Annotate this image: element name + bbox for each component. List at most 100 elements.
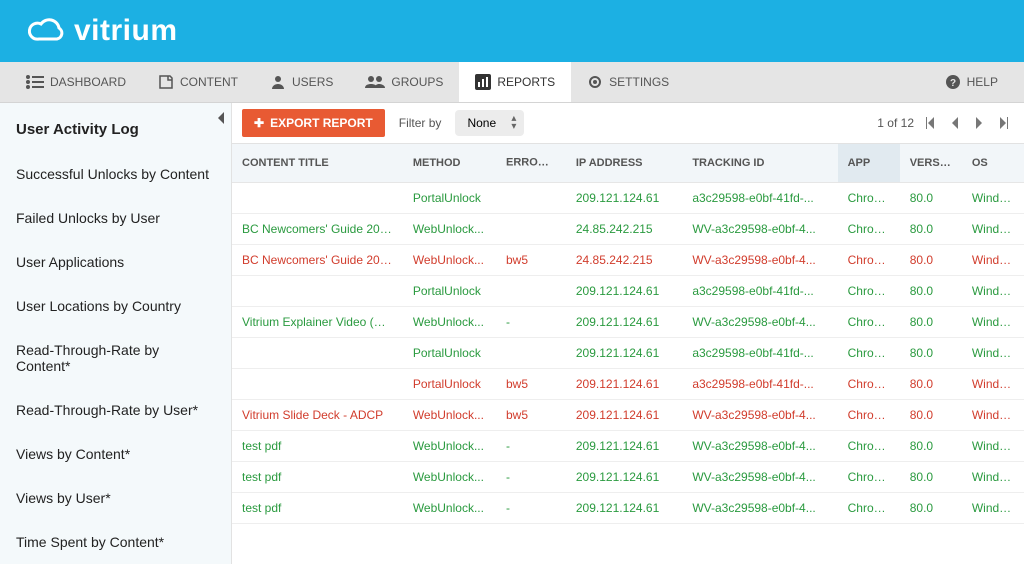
nav-label: DASHBOARD xyxy=(50,75,126,89)
cell-tracking: WV-a3c29598-e0bf-4... xyxy=(682,462,837,493)
cell-tracking: WV-a3c29598-e0bf-4... xyxy=(682,245,837,276)
cell-title: test pdf xyxy=(232,462,403,493)
cell-version: 80.0 xyxy=(900,338,962,369)
export-report-button[interactable]: ✚ EXPORT REPORT xyxy=(242,109,385,137)
nav-help[interactable]: ? HELP xyxy=(929,62,1014,102)
cell-title: BC Newcomers' Guide 201... xyxy=(232,245,403,276)
sidebar-item-3[interactable]: User Locations by Country xyxy=(0,284,231,328)
brand-text: vitrium xyxy=(74,14,178,48)
report-sidebar: User Activity Log Successful Unlocks by … xyxy=(0,103,232,564)
cell-title: test pdf xyxy=(232,431,403,462)
nav-users[interactable]: USERS xyxy=(254,62,349,102)
table-row[interactable]: test pdfWebUnlock...-209.121.124.61WV-a3… xyxy=(232,462,1024,493)
gear-icon xyxy=(587,74,603,90)
table-row[interactable]: PortalUnlock209.121.124.61a3c29598-e0bf-… xyxy=(232,183,1024,214)
cell-method: WebUnlock... xyxy=(403,245,496,276)
cell-tracking: WV-a3c29598-e0bf-4... xyxy=(682,493,837,524)
col-app[interactable]: APP xyxy=(838,144,900,183)
col-content-title[interactable]: CONTENT TITLE xyxy=(232,144,403,183)
table-row[interactable]: PortalUnlock209.121.124.61a3c29598-e0bf-… xyxy=(232,338,1024,369)
next-page-button[interactable] xyxy=(970,113,988,133)
nav-content[interactable]: CONTENT xyxy=(142,62,254,102)
cell-os: Windows xyxy=(962,400,1024,431)
table-row[interactable]: BC Newcomers' Guide 201...WebUnlock...24… xyxy=(232,214,1024,245)
table-row[interactable]: Vitrium Explainer Video (M...WebUnlock..… xyxy=(232,307,1024,338)
cell-app: Chrome xyxy=(838,276,900,307)
error-help-icon[interactable]: ? xyxy=(550,156,564,170)
export-label: EXPORT REPORT xyxy=(270,116,373,130)
user-icon xyxy=(270,74,286,90)
sidebar-item-6[interactable]: Views by Content* xyxy=(0,432,231,476)
cell-ip: 209.121.124.61 xyxy=(566,493,682,524)
nav-groups[interactable]: GROUPS xyxy=(349,63,459,101)
cell-os: Windows xyxy=(962,245,1024,276)
filter-select[interactable]: None xyxy=(455,110,524,136)
cell-app: Chrome xyxy=(838,369,900,400)
brand-logo: vitrium xyxy=(28,14,996,48)
col-version[interactable]: VERSION xyxy=(900,144,962,183)
cell-tracking: a3c29598-e0bf-41fd-... xyxy=(682,369,837,400)
table-row[interactable]: test pdfWebUnlock...-209.121.124.61WV-a3… xyxy=(232,431,1024,462)
table-row[interactable]: PortalUnlock 209.121.124.61a3c29598-e0bf-… xyxy=(232,276,1024,307)
cloud-icon xyxy=(28,17,66,45)
sidebar-collapse-button[interactable] xyxy=(217,111,225,129)
nav-label: CONTENT xyxy=(180,75,238,89)
svg-text:?: ? xyxy=(950,78,956,89)
cell-os: Windows xyxy=(962,214,1024,245)
nav-reports[interactable]: REPORTS xyxy=(459,62,571,102)
cell-app: Chrome xyxy=(838,400,900,431)
first-page-button[interactable] xyxy=(920,113,940,133)
cell-ip: 209.121.124.61 xyxy=(566,183,682,214)
cell-method: WebUnlock... xyxy=(403,493,496,524)
cell-error xyxy=(496,214,566,245)
cell-tracking: WV-a3c29598-e0bf-4... xyxy=(682,431,837,462)
sidebar-item-0[interactable]: Successful Unlocks by Content xyxy=(0,152,231,196)
sidebar-item-4[interactable]: Read-Through-Rate by Content* xyxy=(0,328,231,388)
cell-tracking: WV-a3c29598-e0bf-4... xyxy=(682,400,837,431)
col-tracking-id[interactable]: TRACKING ID xyxy=(682,144,837,183)
nav-label: SETTINGS xyxy=(609,75,669,89)
nav-settings[interactable]: SETTINGS xyxy=(571,62,685,102)
sidebar-item-1[interactable]: Failed Unlocks by User xyxy=(0,196,231,240)
cell-tracking: WV-a3c29598-e0bf-4... xyxy=(682,307,837,338)
cell-ip: 209.121.124.61 xyxy=(566,276,682,307)
page-indicator: 1 of 12 xyxy=(877,116,914,130)
cell-app: Chrome xyxy=(838,307,900,338)
activity-table: CONTENT TITLE METHOD ERROR? IP ADDRESS T… xyxy=(232,144,1024,524)
cell-error xyxy=(496,276,566,307)
cell-version: 80.0 xyxy=(900,245,962,276)
main-nav: DASHBOARD CONTENT USERS GROUPS REPORTS S… xyxy=(0,62,1024,103)
cell-method: PortalUnlock xyxy=(403,276,496,307)
cell-ip: 209.121.124.61 xyxy=(566,369,682,400)
cell-title: BC Newcomers' Guide 201... xyxy=(232,214,403,245)
note-icon xyxy=(158,74,174,90)
sidebar-item-2[interactable]: User Applications xyxy=(0,240,231,284)
col-ip-address[interactable]: IP ADDRESS xyxy=(566,144,682,183)
col-os[interactable]: OS xyxy=(962,144,1024,183)
app-header: vitrium xyxy=(0,0,1024,62)
help-icon: ? xyxy=(945,74,961,90)
table-row[interactable]: BC Newcomers' Guide 201...WebUnlock...bw… xyxy=(232,245,1024,276)
cell-version: 80.0 xyxy=(900,183,962,214)
cell-title: test pdf xyxy=(232,493,403,524)
table-row[interactable]: Vitrium Slide Deck - ADCPWebUnlock...bw5… xyxy=(232,400,1024,431)
cell-method: WebUnlock... xyxy=(403,431,496,462)
cell-title xyxy=(232,338,403,369)
cell-error xyxy=(496,338,566,369)
col-error[interactable]: ERROR? xyxy=(496,144,566,183)
sidebar-item-5[interactable]: Read-Through-Rate by User* xyxy=(0,388,231,432)
table-row[interactable]: test pdfWebUnlock...-209.121.124.61WV-a3… xyxy=(232,493,1024,524)
sidebar-item-7[interactable]: Views by User* xyxy=(0,476,231,520)
nav-dashboard[interactable]: DASHBOARD xyxy=(10,63,142,101)
prev-page-button[interactable] xyxy=(946,113,964,133)
cell-version: 80.0 xyxy=(900,307,962,338)
last-page-button[interactable] xyxy=(994,113,1014,133)
sidebar-item-8[interactable]: Time Spent by Content* xyxy=(0,520,231,564)
cell-tracking: a3c29598-e0bf-41fd-... xyxy=(682,276,837,307)
cell-version: 80.0 xyxy=(900,369,962,400)
sidebar-heading: User Activity Log xyxy=(0,103,231,152)
cell-error: bw5 xyxy=(496,245,566,276)
col-method[interactable]: METHOD xyxy=(403,144,496,183)
cell-ip: 209.121.124.61 xyxy=(566,400,682,431)
table-row[interactable]: PortalUnlockbw5209.121.124.61a3c29598-e0… xyxy=(232,369,1024,400)
